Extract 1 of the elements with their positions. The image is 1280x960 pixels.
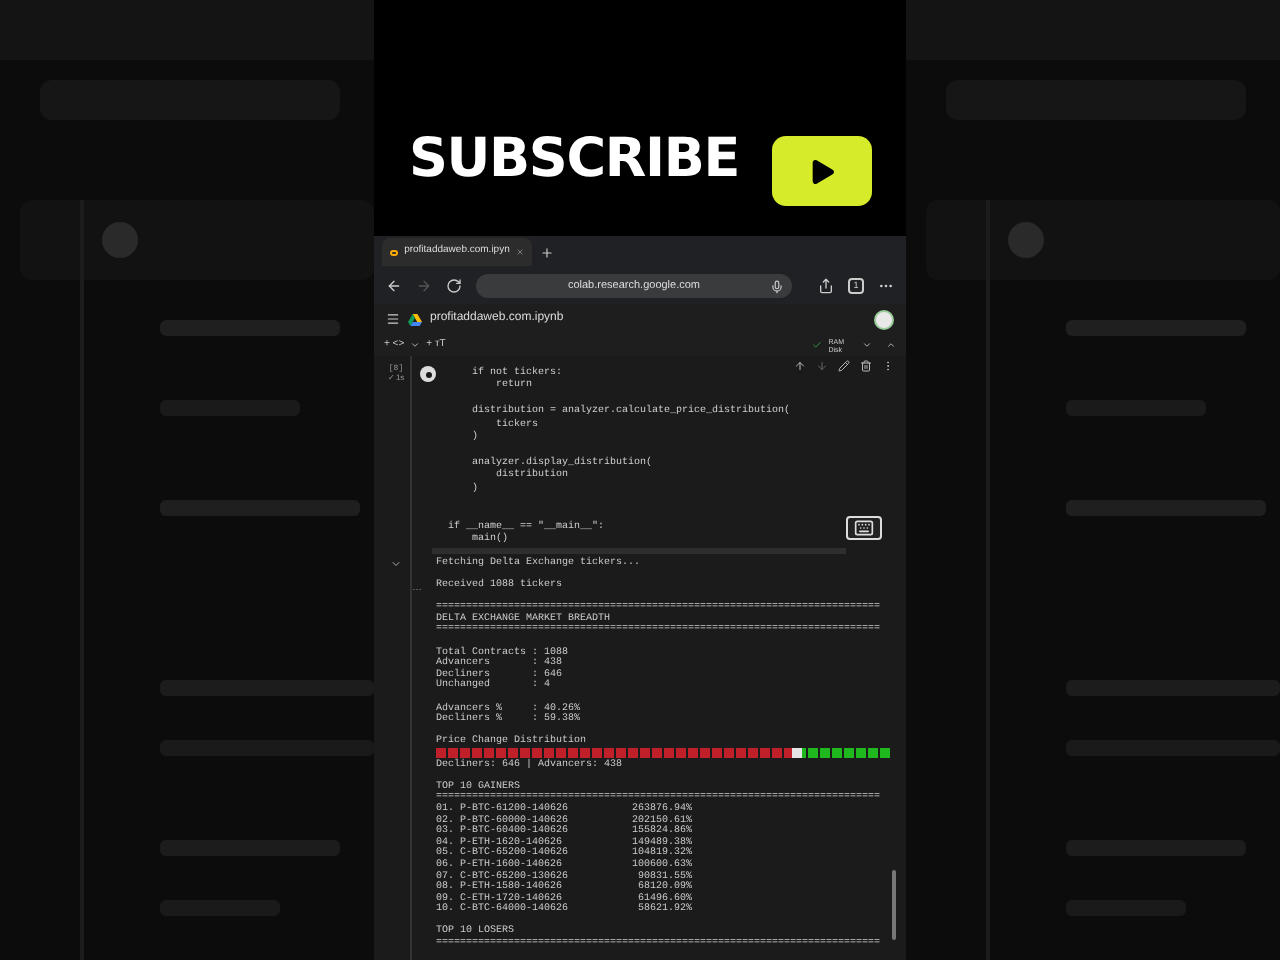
subscribe-text: SUBSCRIBE: [409, 125, 739, 193]
